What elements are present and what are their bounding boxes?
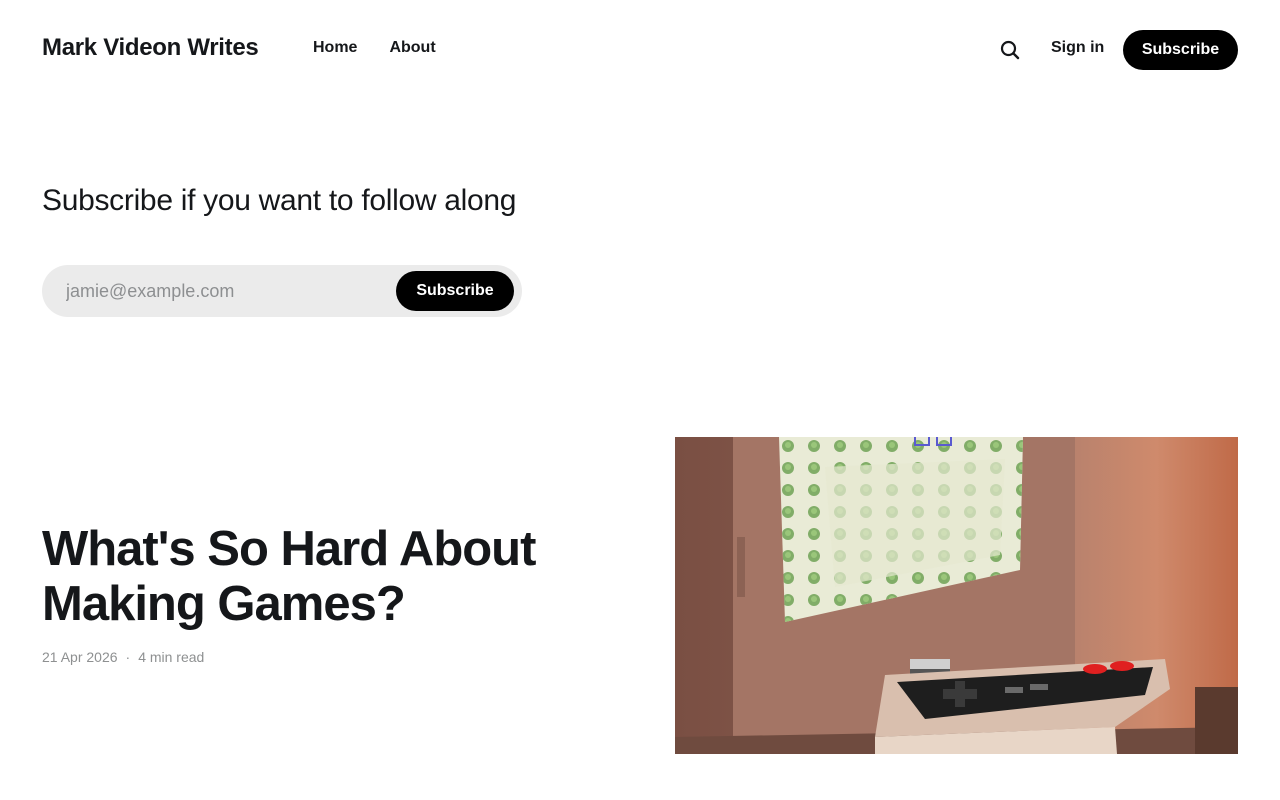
main-nav: Home About — [313, 39, 436, 57]
subscribe-form: Subscribe — [42, 265, 522, 317]
post-meta: 21 Apr 2026 · 4 min read — [42, 649, 204, 665]
email-input[interactable] — [66, 279, 386, 303]
header-subscribe-button[interactable]: Subscribe — [1123, 30, 1238, 70]
site-title-link[interactable]: Mark Videon Writes — [42, 34, 259, 62]
nav-item-home[interactable]: Home — [313, 39, 357, 57]
sign-in-link[interactable]: Sign in — [1051, 39, 1104, 57]
site-header: Mark Videon Writes Home About Sign in Su… — [0, 0, 1280, 100]
nav-item-about[interactable]: About — [389, 39, 435, 57]
cta-heading: Subscribe if you want to follow along — [42, 184, 517, 217]
reading-time: 4 min read — [138, 649, 205, 665]
cta-subscribe-button[interactable]: Subscribe — [396, 271, 514, 311]
post-feature-image[interactable] — [675, 437, 1238, 754]
post-title[interactable]: What's So Hard About Making Games? — [42, 522, 602, 632]
search-icon[interactable] — [998, 38, 1022, 62]
meta-separator: · — [125, 649, 131, 665]
post-date: 21 Apr 2026 — [42, 649, 118, 665]
